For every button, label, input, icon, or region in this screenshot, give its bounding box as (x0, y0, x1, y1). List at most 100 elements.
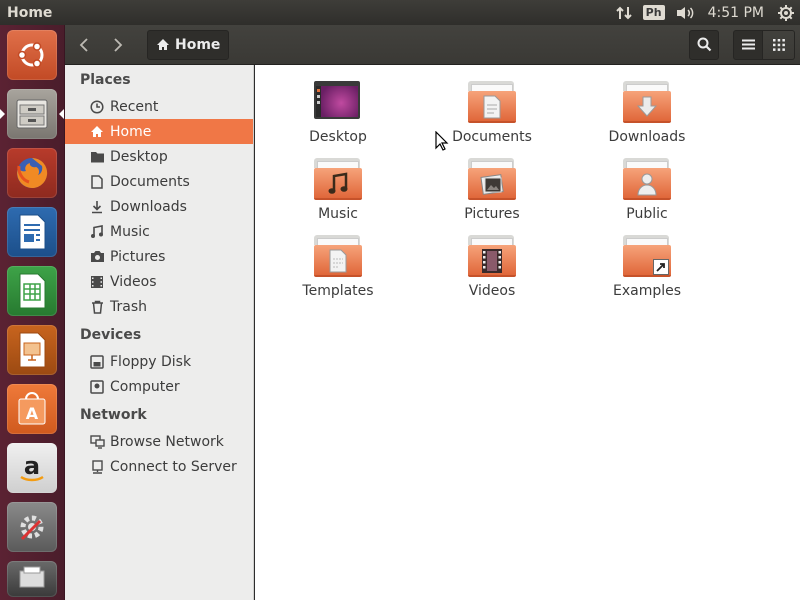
floppy-icon (89, 354, 105, 370)
calc-icon[interactable] (7, 266, 57, 316)
firefox-icon[interactable] (7, 148, 57, 198)
file-item-label: Downloads (608, 129, 686, 145)
sidebar-item-label: Trash (110, 298, 147, 315)
desktop-folder-icon (314, 81, 362, 123)
file-item-label: Music (318, 206, 358, 222)
film-icon (89, 274, 105, 290)
sidebar-item-documents[interactable]: Documents (65, 169, 253, 194)
search-button[interactable] (689, 29, 719, 60)
header-bar: Home (65, 25, 800, 65)
mouse-cursor-icon (435, 131, 449, 151)
public-folder-icon (623, 158, 671, 200)
templates-folder-icon (314, 235, 362, 277)
sidebar-item-home[interactable]: Home (65, 119, 253, 144)
file-item-examples[interactable]: Examples (582, 235, 712, 299)
focused-indicator (59, 109, 64, 119)
document-icon (89, 174, 105, 190)
file-item-label: Examples (612, 283, 682, 299)
power-gear-icon[interactable] (772, 0, 800, 25)
music-icon (89, 224, 105, 240)
file-item-public[interactable]: Public (582, 158, 712, 222)
videos-folder-icon (468, 235, 516, 277)
list-icon (741, 39, 755, 50)
sidebar-item-label: Recent (110, 98, 159, 115)
home-icon (89, 124, 105, 140)
server-icon (89, 459, 105, 475)
file-item-label: Videos (468, 283, 516, 299)
sidebar-item-desktop[interactable]: Desktop (65, 144, 253, 169)
sidebar-item-label: Home (110, 123, 152, 140)
folder-icon (89, 149, 105, 165)
documents-folder-icon (468, 81, 516, 123)
file-item-videos[interactable]: Videos (427, 235, 557, 299)
impress-icon[interactable] (7, 325, 57, 375)
file-item-label: Templates (302, 283, 374, 299)
keyboard-layout-label: Ph (642, 5, 665, 20)
sidebar-item-floppy-disk[interactable]: Floppy Disk (65, 349, 253, 374)
file-item-pictures[interactable]: Pictures (427, 158, 557, 222)
clock-icon (89, 99, 105, 115)
chevron-left-icon (79, 37, 88, 52)
path-bar-label: Home (175, 36, 221, 53)
launcher: A a (0, 25, 65, 600)
sidebar-item-videos[interactable]: Videos (65, 269, 253, 294)
places-heading: Places (80, 72, 131, 88)
top-panel: Home Ph 4:51 PM (0, 0, 800, 25)
window-title: Home (7, 4, 53, 21)
list-view-button[interactable] (733, 29, 763, 60)
devices-heading: Devices (80, 327, 142, 343)
sidebar-item-label: Downloads (110, 198, 187, 215)
volume-icon[interactable] (670, 0, 700, 25)
writer-icon[interactable] (7, 207, 57, 257)
sidebar-item-computer[interactable]: Computer (65, 374, 253, 399)
camera-icon (89, 249, 105, 265)
back-button[interactable] (67, 30, 101, 60)
sidebar-item-label: Browse Network (110, 433, 224, 450)
amazon-icon[interactable]: a (7, 443, 57, 493)
sidebar: Places Recent Home Desktop Documents Dow… (65, 65, 254, 600)
sidebar-item-pictures[interactable]: Pictures (65, 244, 253, 269)
sidebar-item-label: Videos (110, 273, 157, 290)
sidebar-item-label: Desktop (110, 148, 168, 165)
sidebar-item-label: Pictures (110, 248, 166, 265)
svg-text:a: a (24, 452, 40, 480)
sidebar-item-downloads[interactable]: Downloads (65, 194, 253, 219)
file-item-label: Desktop (309, 129, 367, 145)
chevron-right-icon (114, 37, 123, 52)
network-transfer-icon[interactable] (610, 0, 638, 25)
file-item-desktop[interactable]: Desktop (273, 81, 403, 145)
file-view: Desktop Documents Downloads Music Pictur… (255, 65, 800, 600)
network-heading: Network (80, 407, 147, 423)
drive-icon (89, 379, 105, 395)
file-item-label: Public (626, 206, 668, 222)
music-folder-icon (314, 158, 362, 200)
sidebar-item-label: Documents (110, 173, 190, 190)
sidebar-item-label: Floppy Disk (110, 353, 192, 370)
path-bar-home-button[interactable]: Home (147, 29, 230, 60)
clock[interactable]: 4:51 PM (700, 5, 772, 21)
sidebar-item-recent[interactable]: Recent (65, 94, 253, 119)
system-settings-icon[interactable] (7, 502, 57, 552)
file-item-templates[interactable]: Templates (273, 235, 403, 299)
sidebar-item-browse-network[interactable]: Browse Network (65, 429, 253, 454)
sidebar-item-label: Computer (110, 378, 180, 395)
forward-button[interactable] (101, 30, 135, 60)
sidebar-item-label: Connect to Server (110, 458, 237, 475)
grid-view-button[interactable] (763, 29, 795, 60)
download-icon (89, 199, 105, 215)
trash-launcher-icon[interactable] (7, 561, 57, 597)
software-center-icon[interactable]: A (7, 384, 57, 434)
downloads-folder-icon (623, 81, 671, 123)
sidebar-item-music[interactable]: Music (65, 219, 253, 244)
file-item-downloads[interactable]: Downloads (582, 81, 712, 145)
file-item-music[interactable]: Music (273, 158, 403, 222)
ubuntu-dash-icon[interactable] (7, 30, 57, 80)
keyboard-layout-indicator[interactable]: Ph (638, 0, 670, 25)
sidebar-item-connect-to-server[interactable]: Connect to Server (65, 454, 253, 479)
examples-folder-icon (623, 235, 671, 277)
pictures-folder-icon (468, 158, 516, 200)
trash-icon (89, 299, 105, 315)
network-icon (89, 434, 105, 450)
sidebar-item-trash[interactable]: Trash (65, 294, 253, 319)
files-app-icon[interactable] (7, 89, 57, 139)
